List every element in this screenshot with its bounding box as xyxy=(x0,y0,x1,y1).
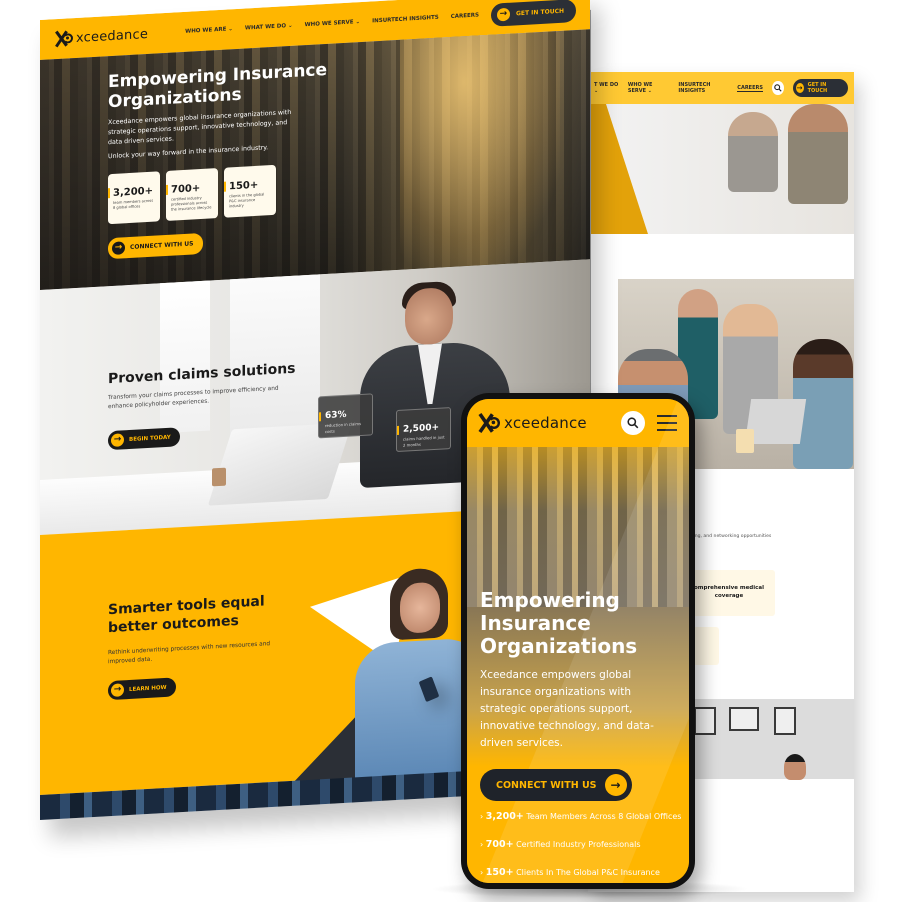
sunlight-overlay xyxy=(400,30,560,270)
get-in-touch-label: GET IN TOUCH xyxy=(807,82,828,94)
hero-section: Empowering Insurance Organizations Xceed… xyxy=(40,29,590,291)
stat-card: 150+ clients in the global P&C insurance… xyxy=(224,164,276,218)
stat-value: 3,200+ xyxy=(113,185,154,199)
accent-shape xyxy=(588,104,648,234)
connect-label: CONNECT WITH US xyxy=(496,779,597,791)
connect-with-us-button[interactable]: → CONNECT WITH US xyxy=(108,232,204,260)
wall-frame xyxy=(774,707,796,735)
highlight-label: Clients In The Global P&C Insurance xyxy=(516,868,660,877)
mobile-phone-mockup: xceedance Empowering Insurance Organizat… xyxy=(461,393,695,889)
highlight-label: Certified Industry Professionals xyxy=(516,840,641,849)
nav-item-who-we-are[interactable]: WHO WE ARE ⌄ xyxy=(185,26,233,35)
benefit-card: omprehensive medical coverage xyxy=(683,570,775,616)
begin-today-button[interactable]: → BEGIN TODAY xyxy=(108,427,180,451)
learn-how-button[interactable]: → LEARN HOW xyxy=(108,677,176,701)
stat-value: 2,500+ xyxy=(403,422,440,435)
xceedance-logo-icon xyxy=(54,30,73,48)
mobile-nav-bar: xceedance xyxy=(467,399,689,447)
person-man xyxy=(788,104,848,204)
connect-with-us-button[interactable]: CONNECT WITH US → xyxy=(480,769,632,801)
window-light xyxy=(160,280,210,434)
get-in-touch-label: GET IN TOUCH xyxy=(515,7,564,17)
stat-label: reduction in claims costs xyxy=(325,421,362,434)
office-photo xyxy=(684,699,854,780)
hero-stats: 3,200+ team members across 8 global offi… xyxy=(108,164,276,225)
arrow-right-icon: → xyxy=(112,241,125,255)
xceedance-logo[interactable]: xceedance xyxy=(54,26,149,48)
xceedance-logo[interactable]: xceedance xyxy=(477,413,587,433)
secondary-nav-bar: T WE DO ⌄ WHO WE SERVE ⌄ INSURTECH INSIG… xyxy=(588,72,854,104)
get-in-touch-button[interactable]: → GET IN TOUCH xyxy=(792,79,849,97)
stat-label: claims handled in just 2 months xyxy=(403,434,445,448)
search-icon xyxy=(627,417,639,429)
highlight-item: › 700+ Certified Industry Professionals xyxy=(480,839,689,850)
nav-item-insurtech-insights[interactable]: INSURTECH INSIGHTS xyxy=(678,82,728,94)
coffee-cup xyxy=(212,467,226,487)
person-woman xyxy=(728,112,778,192)
highlight-item: › 150+ Clients In The Global P&C Insuran… xyxy=(480,867,689,878)
stat-value: 700+ xyxy=(171,183,201,196)
chevron-right-icon: › xyxy=(480,812,484,821)
search-button[interactable] xyxy=(771,81,784,95)
nav-item-insurtech-insights[interactable]: INSURTECH INSIGHTS xyxy=(372,15,439,25)
nav-item-what-we-do[interactable]: WHAT WE DO ⌄ xyxy=(245,23,293,32)
arrow-right-icon: → xyxy=(496,7,510,21)
arrow-right-icon: → xyxy=(111,683,124,698)
logo-text: xceedance xyxy=(504,414,587,432)
nav-item-who-we-serve[interactable]: WHO WE SERVE ⌄ xyxy=(628,82,670,94)
tools-title: Smarter tools equal better outcomes xyxy=(108,593,265,637)
coffee-cup xyxy=(736,429,754,453)
search-icon xyxy=(773,84,782,92)
search-button[interactable] xyxy=(621,411,645,435)
stat-value: 150+ xyxy=(229,179,259,193)
mobile-hero-description: Xceedance empowers global insurance orga… xyxy=(480,669,654,749)
mobile-screen: xceedance Empowering Insurance Organizat… xyxy=(467,399,689,883)
careers-hero-image xyxy=(588,104,854,234)
highlight-value: 150+ xyxy=(485,867,514,878)
highlight-label: Team Members Across 8 Global Offices xyxy=(526,812,682,821)
stat-label: clients in the global P&C insurance indu… xyxy=(229,192,265,209)
stat-value: 63% xyxy=(325,409,347,422)
highlight-value: 3,200+ xyxy=(485,811,524,822)
claims-stat-card: 2,500+ claims handled in just 2 months xyxy=(396,407,451,453)
chevron-right-icon: › xyxy=(480,840,484,849)
wall-frame xyxy=(694,707,716,735)
chevron-right-icon: › xyxy=(480,868,484,877)
nav-item-careers[interactable]: CAREERS xyxy=(737,85,763,92)
nav-item-what-we-do[interactable]: T WE DO ⌄ xyxy=(594,82,619,94)
laptop xyxy=(744,399,807,444)
highlights-list: › 3,200+ Team Members Across 8 Global Of… xyxy=(480,811,689,883)
face xyxy=(405,286,453,346)
stat-label: team members across 8 global offices xyxy=(113,198,154,210)
get-in-touch-button[interactable]: → GET IN TOUCH xyxy=(490,0,576,27)
body-text: ntoring, and networking opportunities xyxy=(684,534,772,539)
arrow-right-icon: → xyxy=(604,774,627,796)
stat-card: 3,200+ team members across 8 global offi… xyxy=(108,171,160,225)
logo-text: xceedance xyxy=(76,26,149,46)
person xyxy=(784,754,806,780)
tools-description: Rethink underwriting processes with new … xyxy=(108,641,271,666)
highlight-value: 700+ xyxy=(485,839,514,850)
arrow-right-icon: → xyxy=(795,83,804,93)
stat-card: 700+ certified industry professionals ac… xyxy=(166,168,218,221)
face xyxy=(400,581,440,634)
xceedance-logo-icon xyxy=(477,413,500,433)
connect-label: CONNECT WITH US xyxy=(130,240,194,251)
claims-stat-card: 63% reduction in claims costs xyxy=(318,393,373,439)
nav-item-who-we-serve[interactable]: WHO WE SERVE ⌄ xyxy=(305,19,361,28)
begin-today-label: BEGIN TODAY xyxy=(129,434,171,443)
nav-item-careers[interactable]: CAREERS xyxy=(451,12,479,20)
wall-frame xyxy=(729,707,759,731)
learn-how-label: LEARN HOW xyxy=(129,684,167,693)
stat-label: certified industry professionals across … xyxy=(171,195,212,212)
mobile-hero-title: Empowering Insurance Organizations xyxy=(480,588,638,658)
highlight-item: › 3,200+ Team Members Across 8 Global Of… xyxy=(480,811,689,822)
hero-title: Empowering Insurance Organizations xyxy=(108,59,328,113)
arrow-right-icon: → xyxy=(111,433,124,448)
